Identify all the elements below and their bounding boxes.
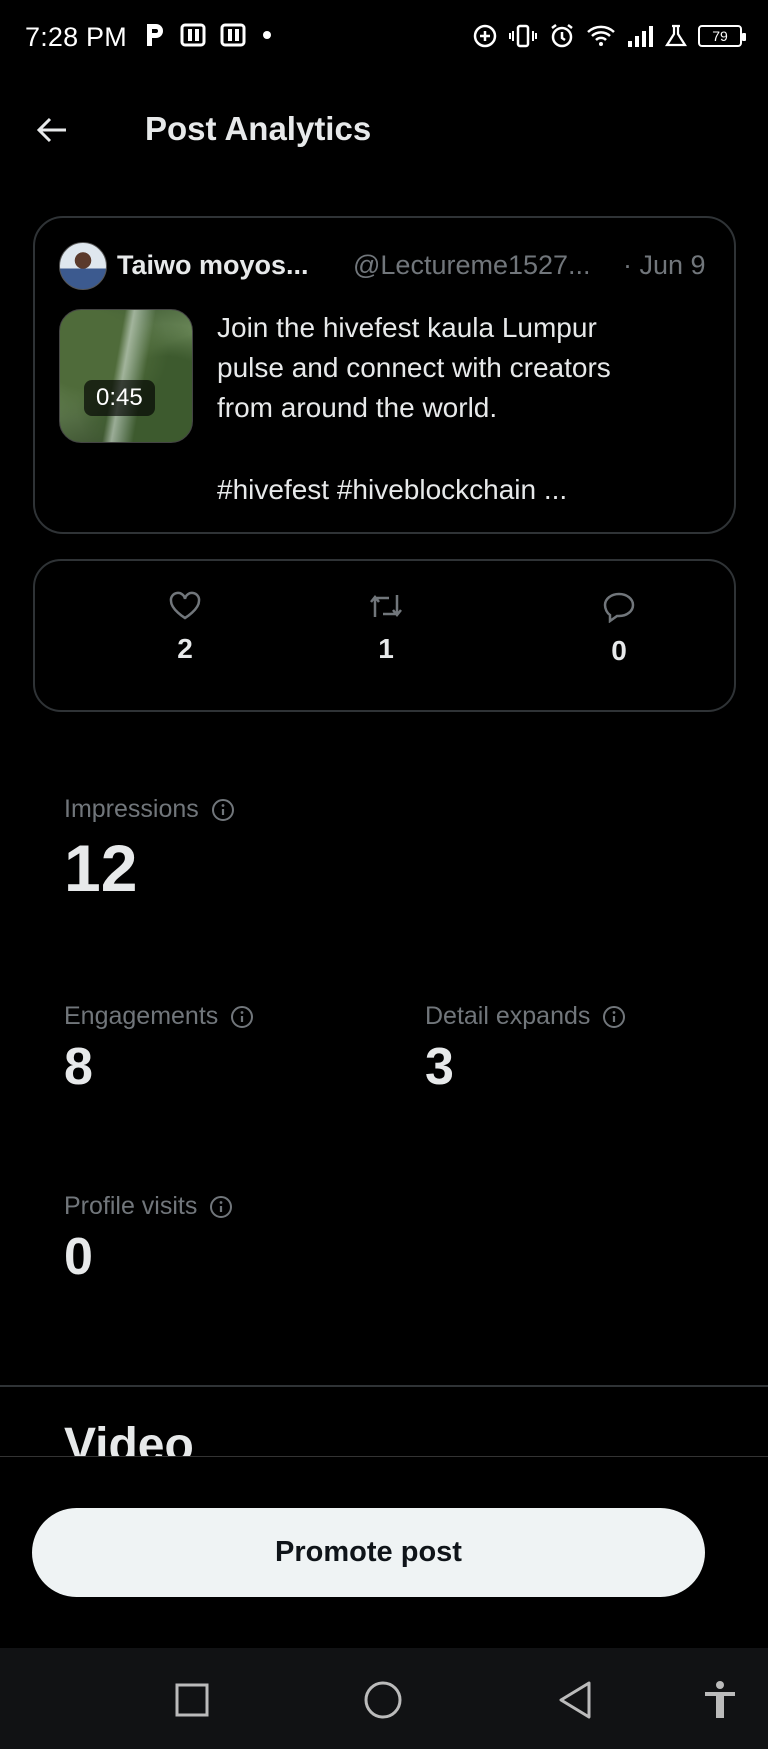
post-preview-card[interactable]: Taiwo moyos... @Lectureme1527... · Jun 9… [33,216,736,534]
profile-visits-metric: Profile visits 0 [64,1192,233,1287]
home-button[interactable] [361,1678,405,1722]
info-icon[interactable] [602,1005,626,1029]
back-nav-button[interactable] [553,1678,597,1722]
video-thumbnail[interactable]: 0:45 [59,309,193,443]
likes-count: 2 [177,633,193,664]
impressions-label: Impressions [64,795,199,823]
battery-icon: 79 [698,25,746,47]
header: Post Analytics [0,90,768,170]
vibrate-icon [508,23,538,49]
post-date: · Jun 9 [623,250,706,280]
replies-count: 0 [611,635,627,666]
status-right-icons: 79 [472,22,746,50]
post-text: Join the hivefest kaula Lumpur pulse and… [217,312,611,423]
promote-post-button[interactable]: Promote post [32,1508,705,1597]
accessibility-button[interactable] [698,1678,742,1722]
detail-expands-label-row: Detail expands [425,1002,626,1031]
page-title: Post Analytics [145,110,372,147]
likes-stat: 2 [125,591,245,665]
profile-visits-label: Profile visits [64,1192,198,1220]
engagements-label-row: Engagements [64,1002,254,1031]
wifi-icon [586,23,616,49]
square-icon [174,1682,210,1718]
avatar [59,242,107,290]
repost-icon [367,591,405,621]
alarm-icon [548,22,576,50]
parking-icon [144,22,166,48]
author-handle: @Lectureme1527... [353,250,591,280]
section-divider [0,1385,768,1387]
replies-stat: 0 [559,591,679,667]
triangle-back-icon [557,1680,593,1720]
accessibility-icon [702,1680,738,1720]
circle-icon [363,1680,403,1720]
detail-expands-metric: Detail expands 3 [425,1002,626,1097]
info-icon[interactable] [211,798,235,822]
detail-expands-label: Detail expands [425,1002,591,1030]
document-icon [220,22,246,48]
document-icon [180,22,206,48]
status-time: 7:28 PM [25,22,127,52]
heart-icon [168,591,202,621]
engagements-metric: Engagements 8 [64,1002,254,1097]
status-left-icons [144,22,274,48]
info-icon[interactable] [209,1195,233,1219]
signal-icon [626,23,654,49]
bottom-sheet-divider [0,1456,768,1457]
profile-visits-value: 0 [64,1228,93,1286]
author-name: Taiwo moyos... [117,250,309,280]
status-bar: 7:28 PM 79 [0,0,768,78]
impressions-label-row: Impressions [64,795,235,824]
post-hashtags: #hivefest #hiveblockchain ... [217,474,568,505]
reply-icon [602,591,636,623]
video-duration: 0:45 [84,380,155,416]
dot-icon [260,28,274,42]
reposts-count: 1 [378,633,394,664]
reposts-stat: 1 [326,591,446,665]
engagements-value: 8 [64,1038,93,1096]
profile-visits-label-row: Profile visits [64,1192,233,1221]
engagement-card: 2 1 0 [33,559,736,712]
info-icon[interactable] [230,1005,254,1029]
impressions-value: 12 [64,831,138,905]
recents-button[interactable] [170,1678,214,1722]
back-button[interactable] [30,108,74,152]
impressions-metric: Impressions 12 [64,795,235,906]
arrow-left-icon [36,116,68,144]
system-nav-bar [0,1648,768,1749]
lab-icon [664,23,688,49]
detail-expands-value: 3 [425,1038,454,1096]
engagements-label: Engagements [64,1002,219,1030]
video-section-heading: Video [64,1419,194,1456]
screen: 7:28 PM 79 Post Analytics Taiwo moyos...… [0,0,768,1749]
data-saver-icon [472,23,498,49]
